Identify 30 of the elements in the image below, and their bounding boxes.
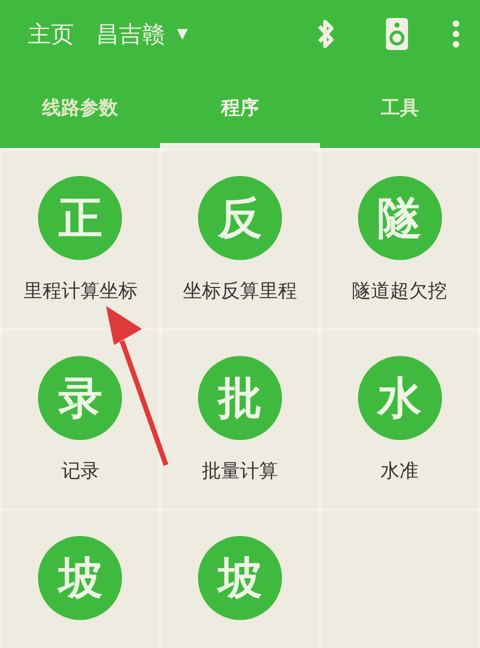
- program-label: 隧道超欠挖: [352, 279, 448, 304]
- program-label: 水准: [380, 459, 419, 484]
- program-label: 里程计算坐标: [23, 279, 138, 304]
- program-label: 坐标反算里程: [182, 279, 297, 304]
- program-tile[interactable]: 隧 隧道超欠挖: [322, 151, 477, 326]
- home-link[interactable]: 主页: [28, 18, 74, 50]
- program-tile[interactable]: 正 里程计算坐标: [3, 151, 158, 326]
- tab[interactable]: 工具: [320, 68, 480, 148]
- program-tile[interactable]: 批 批量计算: [162, 331, 318, 506]
- bluetooth-icon[interactable]: [316, 17, 336, 51]
- program-badge: 坡: [38, 536, 122, 620]
- caret-icon[interactable]: ▼: [177, 26, 188, 42]
- program-badge: 反: [198, 176, 282, 260]
- program-tile[interactable]: 录 记录: [3, 331, 158, 506]
- program-badge: 录: [38, 356, 122, 440]
- program-tile[interactable]: 水 水准: [322, 331, 477, 506]
- program-tile[interactable]: 坡: [3, 511, 158, 648]
- speaker-icon[interactable]: [386, 18, 408, 50]
- program-badge: 坡: [198, 536, 282, 620]
- program-label: 批量计算: [202, 459, 278, 484]
- project-selector[interactable]: 昌吉赣: [96, 18, 165, 50]
- program-label: 记录: [61, 459, 100, 484]
- tab[interactable]: 线路参数: [0, 68, 160, 148]
- program-badge: 隧: [358, 176, 442, 260]
- program-tile[interactable]: 反 坐标反算里程: [162, 151, 318, 326]
- program-badge: 水: [358, 356, 442, 440]
- program-badge: 正: [38, 176, 122, 260]
- program-tile[interactable]: 坡: [162, 511, 318, 648]
- more-icon[interactable]: [452, 20, 460, 48]
- program-badge: 批: [198, 356, 282, 440]
